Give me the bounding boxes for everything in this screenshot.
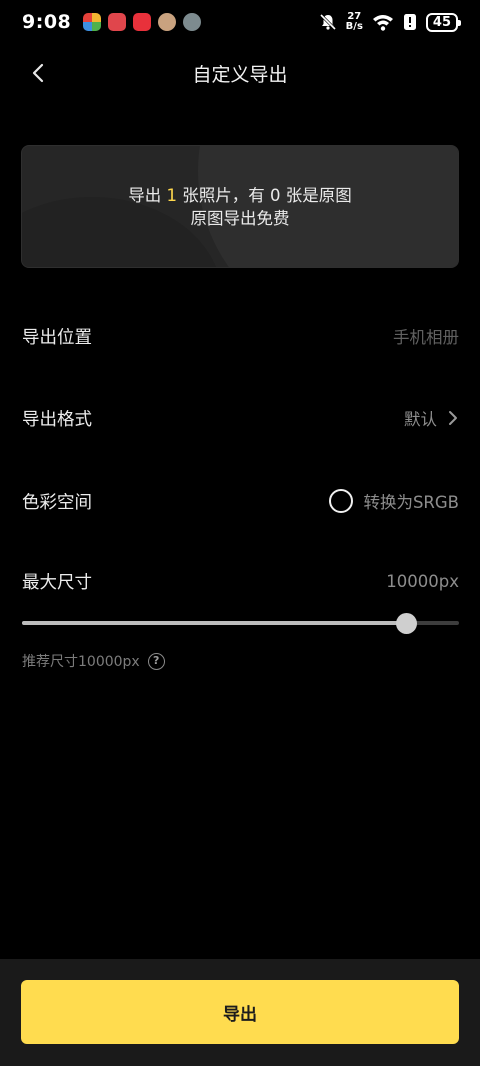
alert-icon — [403, 14, 416, 30]
max-size-slider[interactable] — [22, 611, 459, 635]
slider-thumb[interactable] — [396, 613, 418, 634]
back-arrow-icon[interactable] — [26, 60, 52, 86]
app-notification-icon — [108, 13, 127, 31]
network-speed: 27 B/s — [346, 12, 363, 32]
srgb-radio[interactable] — [329, 489, 354, 513]
photo-count: 1 — [166, 185, 178, 205]
app-notification-icon — [158, 13, 177, 31]
summary-suffix: 张照片，有 0 张是原图 — [177, 185, 352, 205]
export-summary: 导出 1 张照片，有 0 张是原图 — [128, 184, 351, 207]
wifi-icon — [372, 15, 393, 31]
recommended-size-text: 推荐尺寸10000px — [22, 654, 140, 670]
export-format-value: 默认 — [404, 410, 437, 429]
export-button[interactable]: 导出 — [21, 980, 459, 1044]
slider-fill — [22, 621, 407, 625]
export-format-row[interactable]: 导出格式 默认 — [22, 404, 459, 432]
export-location-value: 手机相册 — [393, 328, 459, 347]
notification-icons — [83, 13, 202, 31]
recommended-size-hint: 推荐尺寸10000px ? — [22, 651, 165, 671]
app-notification-icon — [133, 13, 152, 31]
export-location-label: 导出位置 — [22, 327, 92, 348]
network-speed-unit: B/s — [345, 21, 363, 32]
system-icons: 27 B/s 45 — [319, 12, 462, 32]
app-notification-icon — [183, 13, 202, 31]
chevron-right-icon — [449, 411, 457, 425]
max-size-value: 10000px — [386, 571, 459, 591]
mute-bell-icon — [319, 13, 336, 31]
page-title: 自定义导出 — [192, 63, 288, 86]
header: 自定义导出 — [0, 50, 480, 96]
help-icon[interactable]: ? — [147, 652, 165, 670]
max-size-label: 最大尺寸 — [22, 572, 92, 593]
app-notification-icon — [83, 13, 102, 31]
status-time: 9:08 — [22, 11, 72, 33]
bottom-bar: 导出 — [0, 959, 480, 1066]
battery-indicator: 45 — [425, 12, 462, 32]
export-format-selector[interactable]: 默认 — [404, 406, 459, 430]
srgb-option-label: 转换为SRGB — [363, 493, 459, 512]
status-bar: 9:08 27 B/s 45 — [0, 0, 480, 44]
color-space-row: 色彩空间 转换为SRGB — [22, 486, 459, 516]
export-format-label: 导出格式 — [22, 409, 92, 430]
max-size-row: 最大尺寸 10000px — [22, 567, 459, 595]
summary-prefix: 导出 — [128, 185, 167, 205]
free-export-note: 原图导出免费 — [190, 208, 290, 228]
export-location-row[interactable]: 导出位置 手机相册 — [22, 322, 459, 350]
srgb-option[interactable]: 转换为SRGB — [329, 489, 459, 513]
export-info-card: 导出 1 张照片，有 0 张是原图 原图导出免费 — [21, 145, 459, 268]
color-space-label: 色彩空间 — [22, 492, 92, 513]
